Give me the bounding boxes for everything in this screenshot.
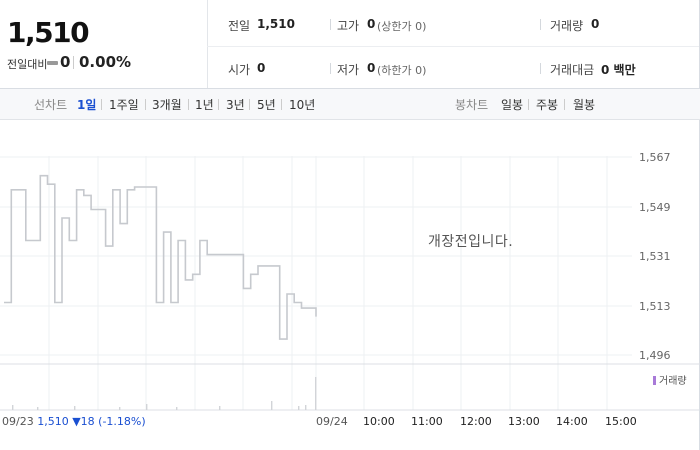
- tab-separator: [249, 99, 250, 110]
- prev-close-value: 1,510: [257, 17, 295, 31]
- volume-bar: [271, 401, 273, 410]
- candle-chart-label: 봉차트: [455, 98, 489, 112]
- tab-monthly-candle[interactable]: 월봉: [573, 96, 595, 113]
- y-tick-label: 1,549: [639, 201, 671, 214]
- prev-session-price: 1,510: [37, 415, 69, 428]
- x-tick-label: 12:00: [460, 415, 492, 428]
- tab-5y[interactable]: 5년: [257, 96, 276, 113]
- volume-legend: 거래량: [653, 372, 687, 387]
- y-tick-label: 1,531: [639, 250, 671, 263]
- volume-bar: [298, 406, 300, 410]
- x-tick-label: 11:00: [411, 415, 443, 428]
- y-tick-label: 1,567: [639, 151, 671, 164]
- prev-close-label: 전일: [228, 19, 251, 33]
- tab-separator: [188, 99, 189, 110]
- prev-session-date: 09/23: [2, 415, 34, 428]
- change-label: 전일대비: [7, 58, 48, 71]
- x-tick-label: 09/24: [316, 415, 348, 428]
- lower-limit: (하한가 0): [377, 64, 427, 77]
- open-value: 0: [257, 61, 266, 75]
- volume-bar: [74, 406, 76, 410]
- trade-amount-value: 0 백만: [601, 63, 636, 77]
- change-percent: 0.00%: [79, 53, 132, 71]
- volume-bar: [146, 404, 148, 410]
- tab-1d[interactable]: 1일: [77, 96, 96, 113]
- volume-bar: [315, 377, 317, 410]
- prev-session-summary: 09/23 1,510 ▼18 (-1.18%): [2, 415, 146, 428]
- open-label: 시가: [228, 63, 251, 77]
- volume-bar: [119, 407, 121, 410]
- intraday-chart[interactable]: [0, 120, 700, 420]
- stat-separator: [540, 19, 541, 30]
- low-value: 0: [367, 61, 376, 75]
- stat-separator: [330, 63, 331, 74]
- tab-1y[interactable]: 1년: [195, 96, 214, 113]
- current-price: 1,510: [7, 16, 90, 49]
- high-label: 고가: [337, 19, 360, 33]
- volume-bar: [12, 405, 14, 410]
- tab-separator: [528, 99, 529, 110]
- volume-swatch: [653, 376, 656, 385]
- upper-limit: (상한가 0): [377, 20, 427, 33]
- tab-1w[interactable]: 1주일: [109, 96, 139, 113]
- tab-3m[interactable]: 3개월: [152, 96, 182, 113]
- volume-bar: [37, 407, 39, 410]
- volume-bar: [219, 406, 221, 410]
- tab-separator: [101, 99, 102, 110]
- change-separator: [73, 56, 74, 69]
- volume-bar: [305, 405, 307, 410]
- tab-10y[interactable]: 10년: [289, 96, 315, 113]
- price-series-line: [4, 174, 317, 340]
- low-label: 저가: [337, 63, 360, 77]
- volume-value: 0: [591, 17, 600, 31]
- stat-separator: [540, 63, 541, 74]
- tab-3y[interactable]: 3년: [226, 96, 245, 113]
- tab-separator: [218, 99, 219, 110]
- flat-change-icon: [47, 61, 58, 65]
- pre-market-notice: 개장전입니다.: [428, 234, 514, 250]
- x-tick-label: 10:00: [363, 415, 395, 428]
- x-tick-label: 15:00: [605, 415, 637, 428]
- tab-daily-candle[interactable]: 일봉: [501, 96, 523, 113]
- prev-session-pct: (-1.18%): [98, 415, 146, 428]
- high-value: 0: [367, 17, 376, 31]
- tab-weekly-candle[interactable]: 주봉: [536, 96, 558, 113]
- volume-legend-label: 거래량: [659, 376, 687, 387]
- change-value: 0: [60, 53, 71, 71]
- volume-label: 거래량: [550, 19, 584, 33]
- line-chart-label: 선차트: [34, 98, 68, 112]
- stat-separator: [330, 19, 331, 30]
- header-row-divider: [207, 46, 700, 47]
- x-tick-label: 14:00: [556, 415, 588, 428]
- volume-bar: [176, 407, 178, 410]
- y-tick-label: 1,513: [639, 300, 671, 313]
- prev-session-change: ▼18: [72, 415, 95, 428]
- x-tick-label: 13:00: [508, 415, 540, 428]
- tab-separator: [281, 99, 282, 110]
- trade-amount-label: 거래대금: [550, 63, 595, 77]
- tab-separator: [145, 99, 146, 110]
- tab-separator: [564, 99, 565, 110]
- y-tick-label: 1,496: [639, 349, 671, 362]
- header-divider: [207, 0, 208, 88]
